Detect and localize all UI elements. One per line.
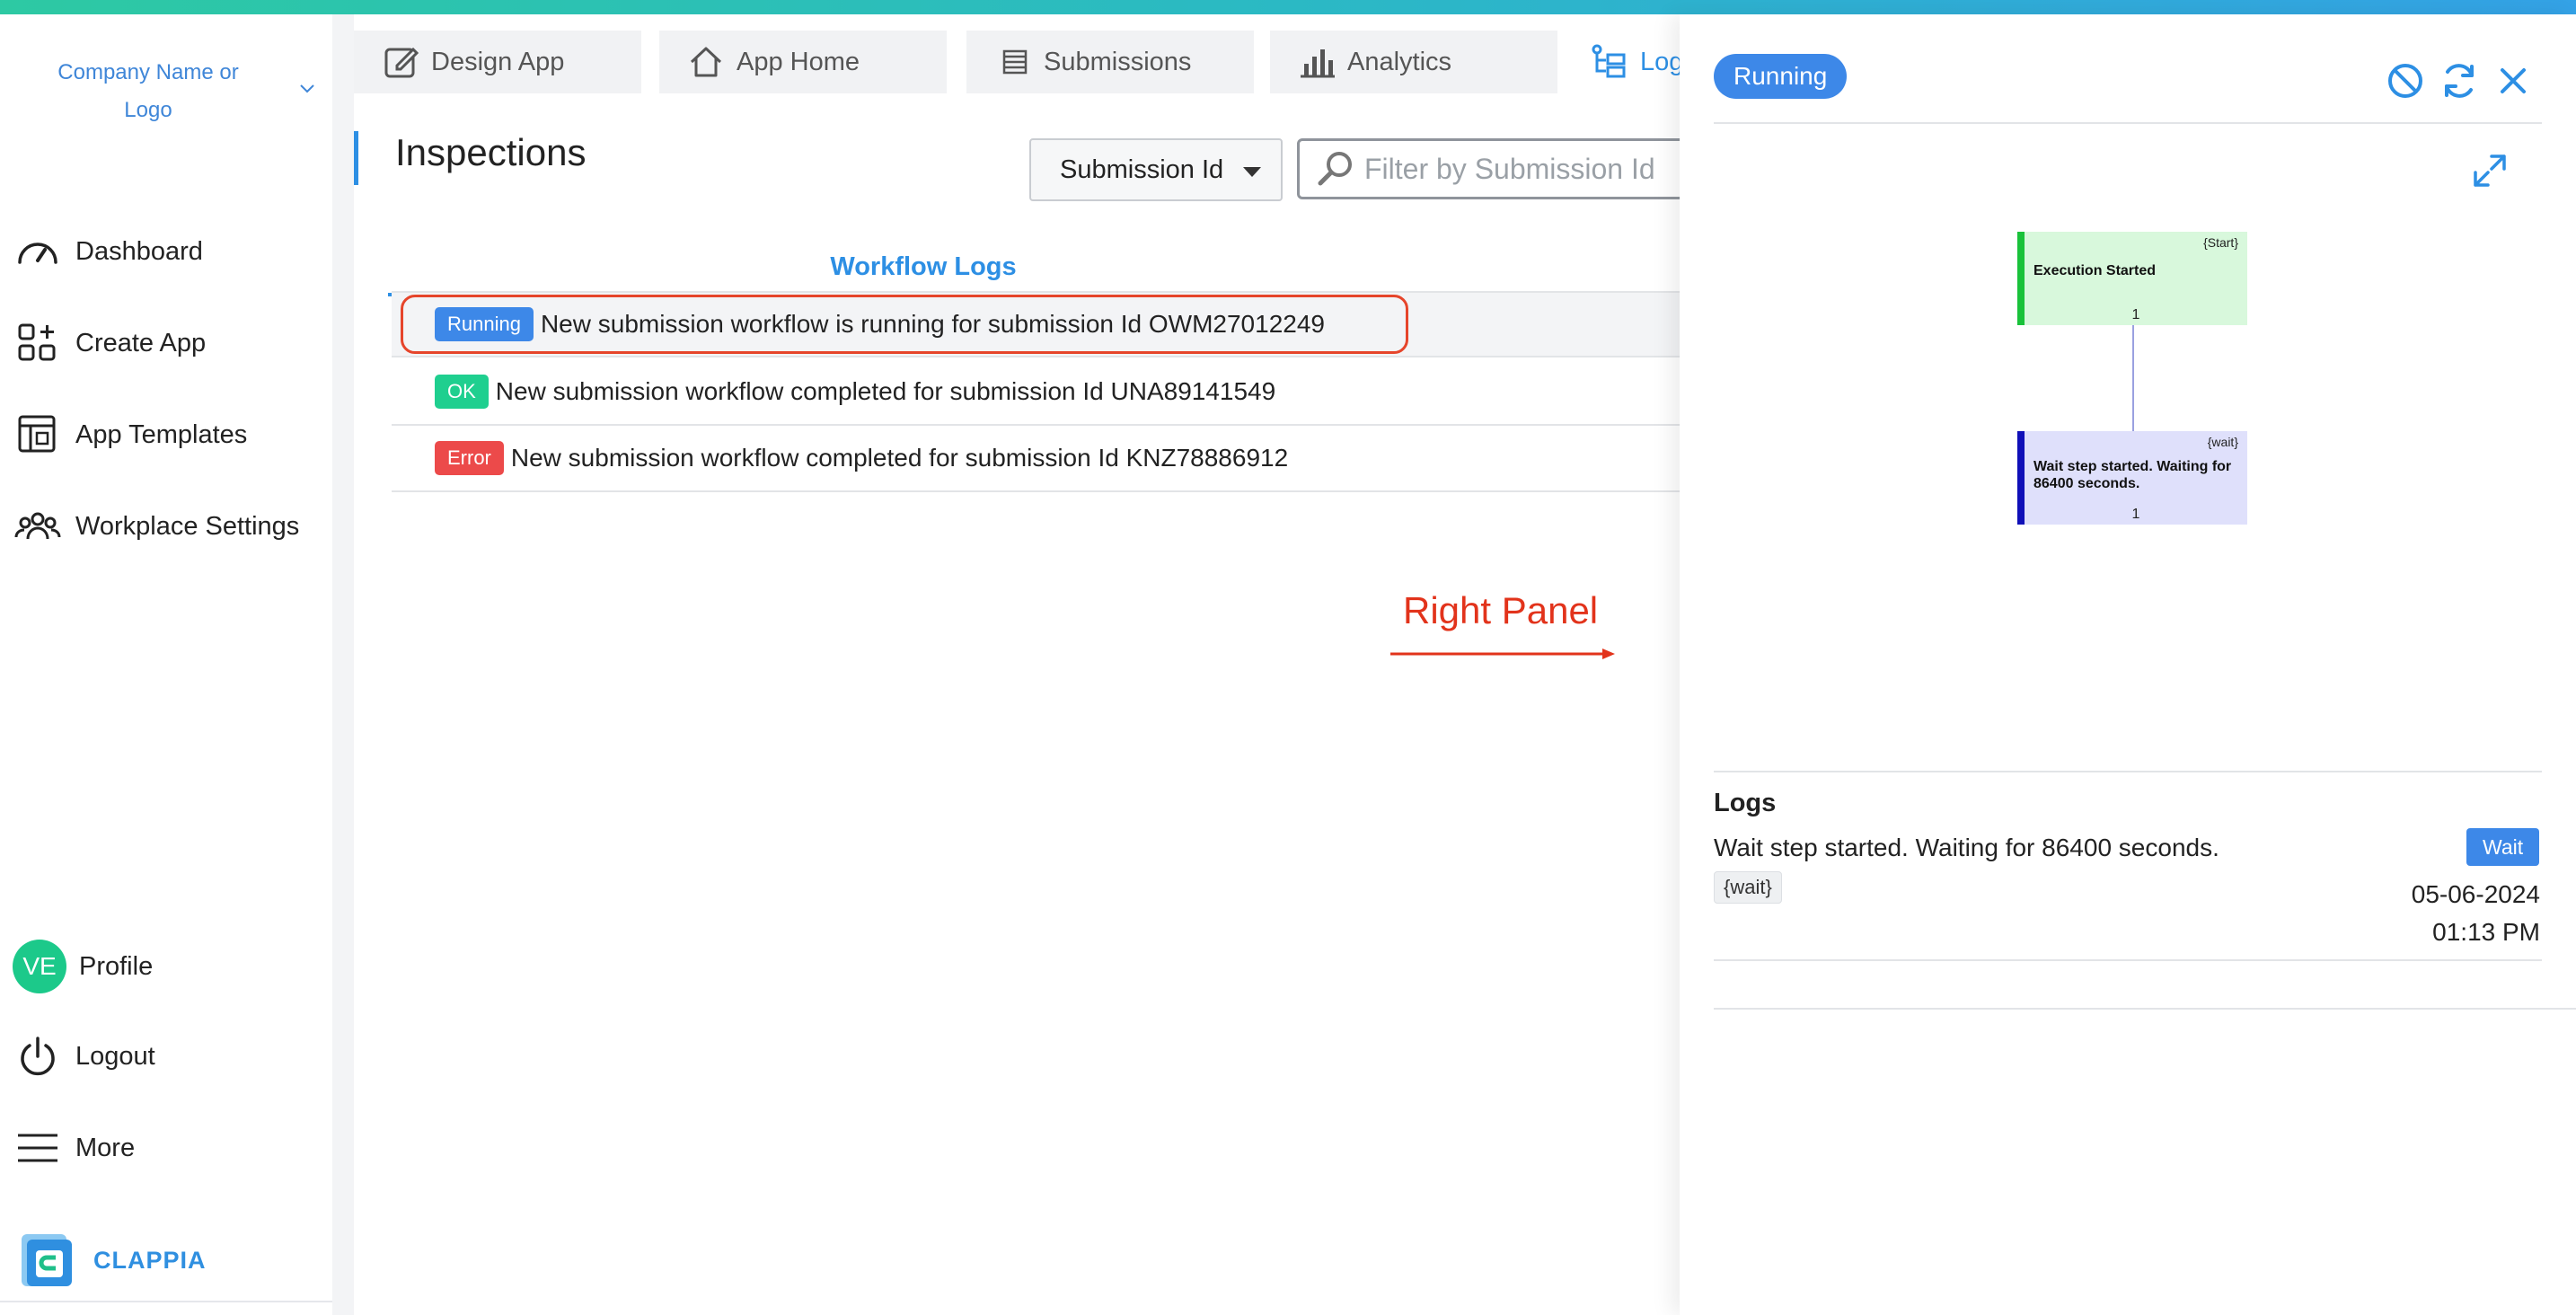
sidebar-item-label: Logout bbox=[75, 1041, 155, 1071]
sidebar-item-profile[interactable]: VE Profile bbox=[13, 940, 153, 993]
page-title: Inspections bbox=[395, 131, 587, 173]
edit-icon bbox=[384, 47, 419, 78]
main-content: Design App App Home Submissions Analytic… bbox=[354, 14, 1701, 1315]
log-time: 01:13 PM bbox=[2432, 918, 2540, 946]
avatar: VE bbox=[13, 940, 66, 993]
sidebar-item-dashboard[interactable]: Dashboard bbox=[13, 225, 203, 278]
search-box[interactable] bbox=[1297, 138, 1701, 199]
menu-icon bbox=[18, 1134, 57, 1162]
caret-down-icon bbox=[1243, 167, 1261, 177]
sidebar-item-label: Workplace Settings bbox=[75, 511, 300, 541]
divider bbox=[1714, 959, 2542, 961]
node-tag: {Start} bbox=[2203, 235, 2238, 250]
close-icon[interactable] bbox=[2492, 59, 2535, 102]
sidebar-item-more[interactable]: More bbox=[13, 1121, 135, 1175]
tab-app-home[interactable]: App Home bbox=[659, 31, 947, 93]
tab-design-app[interactable]: Design App bbox=[354, 31, 641, 93]
status-badge: Running bbox=[1714, 54, 1848, 99]
tab-label: Analytics bbox=[1347, 47, 1452, 76]
workflow-icon bbox=[1592, 44, 1626, 78]
node-count: 1 bbox=[2131, 507, 2140, 522]
filter-field-select[interactable]: Submission Id bbox=[1029, 138, 1283, 201]
node-tag: {wait} bbox=[2207, 435, 2238, 449]
sidebar-item-create-app[interactable]: Create App bbox=[13, 316, 206, 370]
divider bbox=[1714, 122, 2542, 124]
logs-heading: Logs bbox=[1714, 789, 1777, 817]
status-badge: Error bbox=[435, 441, 504, 475]
clappia-logo-icon bbox=[22, 1234, 72, 1286]
top-gradient-bar bbox=[0, 0, 2576, 14]
sidebar-item-logout[interactable]: Logout bbox=[13, 1029, 155, 1083]
log-row-text: New submission workflow completed for su… bbox=[495, 377, 1276, 405]
log-row-text: New submission workflow is running for s… bbox=[540, 310, 1325, 338]
log-row[interactable]: Running New submission workflow is runni… bbox=[392, 291, 1685, 357]
brand-logo: CLAPPIA bbox=[18, 1231, 207, 1290]
log-row[interactable]: Error New submission workflow completed … bbox=[392, 426, 1685, 492]
sidebar-item-label: Profile bbox=[79, 951, 154, 981]
workflow-node-wait[interactable]: {wait} Wait step started. Waiting for 86… bbox=[2017, 431, 2247, 525]
tab-label: Logs bbox=[1640, 47, 1683, 76]
log-message: Wait step started. Waiting for 86400 sec… bbox=[1714, 834, 2219, 861]
right-panel: Running {Start} Execution Started 1 {wai… bbox=[1680, 14, 2576, 1315]
log-date: 05-06-2024 bbox=[2411, 880, 2540, 908]
bar-chart-icon bbox=[1301, 49, 1335, 78]
divider bbox=[0, 1301, 332, 1302]
tab-logs[interactable]: Logs bbox=[1575, 31, 1683, 93]
expand-icon[interactable] bbox=[2470, 151, 2510, 190]
brand-name: CLAPPIA bbox=[93, 1246, 207, 1274]
sidebar-item-workplace-settings[interactable]: Workplace Settings bbox=[13, 499, 299, 553]
refresh-icon[interactable] bbox=[2438, 59, 2481, 102]
status-badge: Running bbox=[435, 307, 534, 341]
company-logo[interactable]: Company Name or Logo bbox=[36, 54, 260, 129]
sidebar-item-label: Create App bbox=[75, 328, 207, 357]
section-accent bbox=[354, 131, 358, 185]
sidebar-item-app-templates[interactable]: App Templates bbox=[13, 408, 247, 462]
cancel-icon[interactable] bbox=[2384, 59, 2427, 102]
step-type-badge: Wait bbox=[2466, 828, 2540, 866]
annotation-label: Right Panel bbox=[1403, 589, 1599, 631]
tab-submissions[interactable]: Submissions bbox=[966, 31, 1254, 93]
divider bbox=[1714, 771, 2542, 772]
status-badge: OK bbox=[435, 375, 489, 409]
workflow-node-start[interactable]: {Start} Execution Started 1 bbox=[2017, 232, 2247, 325]
node-count: 1 bbox=[2131, 307, 2140, 322]
tab-label: Design App bbox=[431, 47, 565, 76]
search-icon bbox=[1318, 152, 1352, 186]
template-icon bbox=[18, 415, 56, 453]
node-title: Wait step started. Waiting for 86400 sec… bbox=[2033, 459, 2232, 491]
sidebar: Company Name or Logo Dashboard Create Ap… bbox=[0, 14, 332, 1315]
tab-analytics[interactable]: Analytics bbox=[1270, 31, 1557, 93]
sidebar-item-label: Dashboard bbox=[75, 236, 203, 266]
sidebar-item-label: App Templates bbox=[75, 419, 248, 449]
step-key-chip: {wait} bbox=[1714, 871, 1782, 904]
list-icon bbox=[1002, 49, 1028, 75]
apps-add-icon bbox=[18, 323, 56, 361]
divider bbox=[1714, 1008, 2576, 1010]
sidebar-item-label: More bbox=[75, 1133, 136, 1162]
node-connector bbox=[2132, 325, 2134, 431]
select-value: Submission Id bbox=[1060, 154, 1224, 184]
power-icon bbox=[21, 1037, 55, 1076]
gauge-icon bbox=[18, 243, 57, 264]
home-icon bbox=[690, 47, 722, 77]
log-row-text: New submission workflow completed for su… bbox=[510, 444, 1289, 472]
node-title: Execution Started bbox=[2033, 263, 2157, 278]
users-icon bbox=[14, 512, 61, 540]
tab-label: Submissions bbox=[1044, 47, 1192, 76]
sidebar-divider bbox=[332, 14, 354, 1315]
search-input[interactable] bbox=[1364, 152, 1698, 186]
arrow-right-icon bbox=[1390, 649, 1615, 659]
tab-workflow-logs[interactable]: Workflow Logs bbox=[388, 241, 1459, 296]
chevron-down-icon[interactable] bbox=[296, 77, 318, 99]
tab-label: App Home bbox=[737, 47, 860, 76]
log-row[interactable]: OK New submission workflow completed for… bbox=[392, 359, 1685, 426]
